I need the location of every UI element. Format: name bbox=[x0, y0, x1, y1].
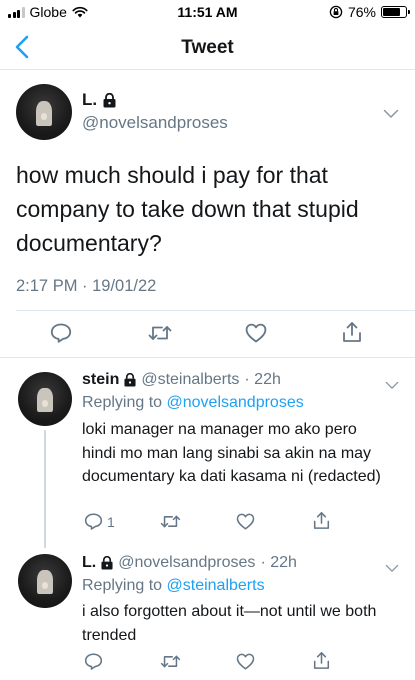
like-button[interactable] bbox=[245, 323, 267, 343]
orientation-lock-icon bbox=[329, 5, 343, 19]
author-name-row[interactable]: L. bbox=[82, 90, 116, 110]
share-button[interactable] bbox=[342, 321, 362, 343]
avatar[interactable] bbox=[18, 554, 72, 608]
tweet-text: how much should i pay for that company t… bbox=[16, 162, 359, 256]
share-button[interactable] bbox=[313, 651, 330, 670]
chevron-down-icon bbox=[385, 381, 399, 389]
replying-to-label: Replying to bbox=[82, 394, 163, 411]
reply-header: L. @novelsandproses · 22h bbox=[82, 554, 297, 572]
author-handle[interactable]: @steinalberts bbox=[141, 371, 239, 389]
reply-button[interactable] bbox=[50, 323, 72, 343]
reply-text: loki manager na manager mo ako pero hind… bbox=[82, 421, 381, 485]
like-button[interactable] bbox=[236, 513, 255, 530]
author-handle[interactable]: @novelsandproses bbox=[82, 113, 228, 133]
replying-to-link[interactable]: @steinalberts bbox=[167, 577, 265, 594]
retweet-button[interactable] bbox=[160, 513, 181, 530]
reply-time: · 22h bbox=[260, 554, 297, 571]
tweet-menu-button[interactable] bbox=[385, 560, 399, 578]
thread-line bbox=[44, 430, 46, 548]
divider bbox=[0, 357, 415, 358]
heart-icon bbox=[236, 513, 255, 530]
heart-icon bbox=[236, 653, 255, 670]
retweet-button[interactable] bbox=[160, 653, 181, 670]
replying-to-link[interactable]: @novelsandproses bbox=[167, 394, 304, 411]
author-name: L. bbox=[82, 90, 98, 109]
chevron-down-icon bbox=[385, 564, 399, 572]
back-button[interactable] bbox=[10, 34, 34, 60]
lock-icon bbox=[124, 373, 136, 387]
reply-icon bbox=[84, 653, 103, 670]
avatar[interactable] bbox=[16, 84, 72, 140]
share-button[interactable] bbox=[313, 511, 330, 530]
chevron-left-icon bbox=[15, 35, 29, 59]
share-icon bbox=[313, 512, 330, 529]
retweet-icon bbox=[160, 515, 181, 528]
share-icon bbox=[313, 652, 330, 669]
avatar[interactable] bbox=[18, 372, 72, 426]
tweet-menu-button[interactable] bbox=[383, 106, 399, 124]
retweet-button[interactable] bbox=[148, 323, 172, 343]
chevron-down-icon bbox=[383, 109, 399, 118]
author-name[interactable]: L. bbox=[82, 554, 96, 572]
reply-text: i also forgotten about it—not until we b… bbox=[82, 603, 377, 644]
share-icon bbox=[343, 322, 361, 342]
status-bar: Globe 11:51 AM 76% bbox=[0, 0, 415, 24]
battery-info: 76% bbox=[329, 4, 410, 20]
battery-percent: 76% bbox=[347, 4, 376, 20]
nav-bar: Tweet bbox=[0, 24, 415, 70]
page-title: Tweet bbox=[181, 37, 234, 58]
author-name[interactable]: stein bbox=[82, 371, 119, 389]
reply-count: 1 bbox=[107, 513, 115, 530]
reply-header: stein @steinalberts · 22h bbox=[82, 371, 281, 389]
replying-to: Replying to @steinalberts bbox=[82, 577, 265, 595]
tweet-timestamp: 2:17 PM · 19/01/22 bbox=[16, 277, 157, 295]
reply-time: · 22h bbox=[244, 371, 281, 388]
lock-icon bbox=[101, 556, 113, 570]
reply-button[interactable]: 1 bbox=[84, 513, 115, 530]
tweet-actions bbox=[0, 310, 415, 356]
replying-to: Replying to @novelsandproses bbox=[82, 394, 304, 412]
retweet-icon bbox=[148, 326, 172, 340]
author-handle[interactable]: @novelsandproses bbox=[118, 554, 255, 572]
replying-to-label: Replying to bbox=[82, 577, 163, 594]
like-button[interactable] bbox=[236, 653, 255, 670]
tweet-menu-button[interactable] bbox=[385, 377, 399, 395]
lock-icon bbox=[103, 92, 116, 107]
retweet-icon bbox=[160, 655, 181, 668]
reply-icon bbox=[84, 513, 103, 530]
battery-icon bbox=[381, 6, 410, 18]
reply-button[interactable] bbox=[84, 653, 107, 670]
heart-icon bbox=[245, 323, 267, 343]
reply-icon bbox=[50, 323, 72, 343]
